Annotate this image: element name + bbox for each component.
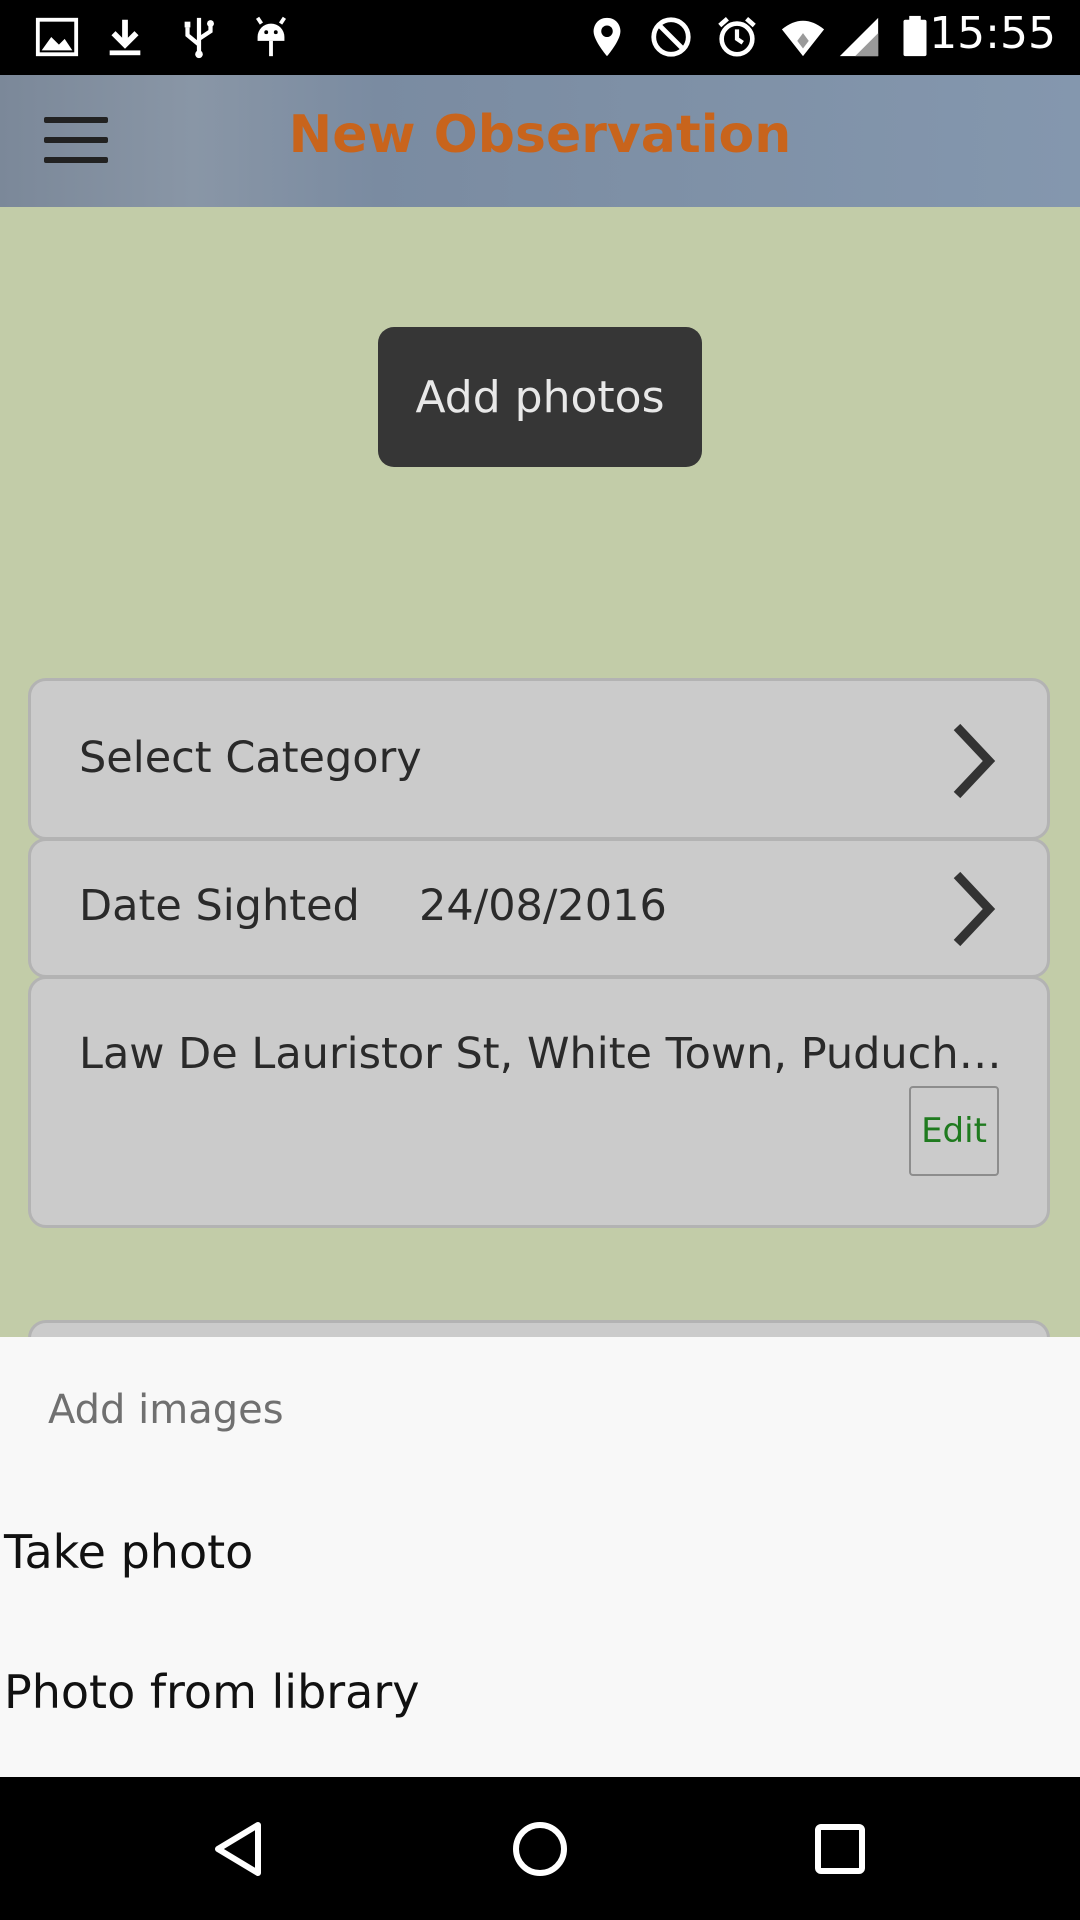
status-bar: 15:55 (0, 0, 1080, 75)
add-images-sheet: Add images Take photo Photo from library (0, 1337, 1080, 1777)
add-photos-button[interactable]: Add photos (378, 327, 702, 467)
cell-signal-icon (839, 17, 879, 57)
photo-from-library-option[interactable]: Photo from library (4, 1665, 420, 1719)
back-icon[interactable] (208, 1817, 272, 1881)
alarm-icon (718, 17, 756, 57)
navigation-bar (0, 1777, 1080, 1920)
home-icon[interactable] (508, 1817, 572, 1881)
recents-icon[interactable] (808, 1817, 872, 1881)
sheet-title: Add images (48, 1387, 284, 1433)
select-category-row[interactable]: Select Category (28, 678, 1050, 840)
date-sighted-label: Date Sighted (79, 881, 360, 931)
download-icon (109, 19, 141, 56)
android-debug-icon (255, 16, 287, 57)
page-title: New Observation (288, 105, 792, 165)
location-row: Law De Lauristor St, White Town, Puduch…… (28, 976, 1050, 1228)
app-header: New Observation (0, 75, 1080, 207)
location-icon (593, 17, 621, 57)
select-category-label: Select Category (79, 733, 422, 783)
location-text: Law De Lauristor St, White Town, Puduch… (79, 1029, 1002, 1079)
do-not-disturb-icon (651, 17, 691, 57)
status-time: 15:55 (929, 8, 1056, 59)
edit-location-button[interactable]: Edit (909, 1086, 999, 1176)
take-photo-option[interactable]: Take photo (4, 1525, 253, 1579)
wifi-icon (781, 20, 825, 57)
date-sighted-row[interactable]: Date Sighted 24/08/2016 (28, 838, 1050, 978)
chevron-right-icon (953, 723, 996, 799)
image-icon (35, 17, 79, 57)
usb-icon (184, 17, 214, 59)
chevron-right-icon (953, 871, 996, 947)
date-sighted-value: 24/08/2016 (419, 881, 667, 931)
